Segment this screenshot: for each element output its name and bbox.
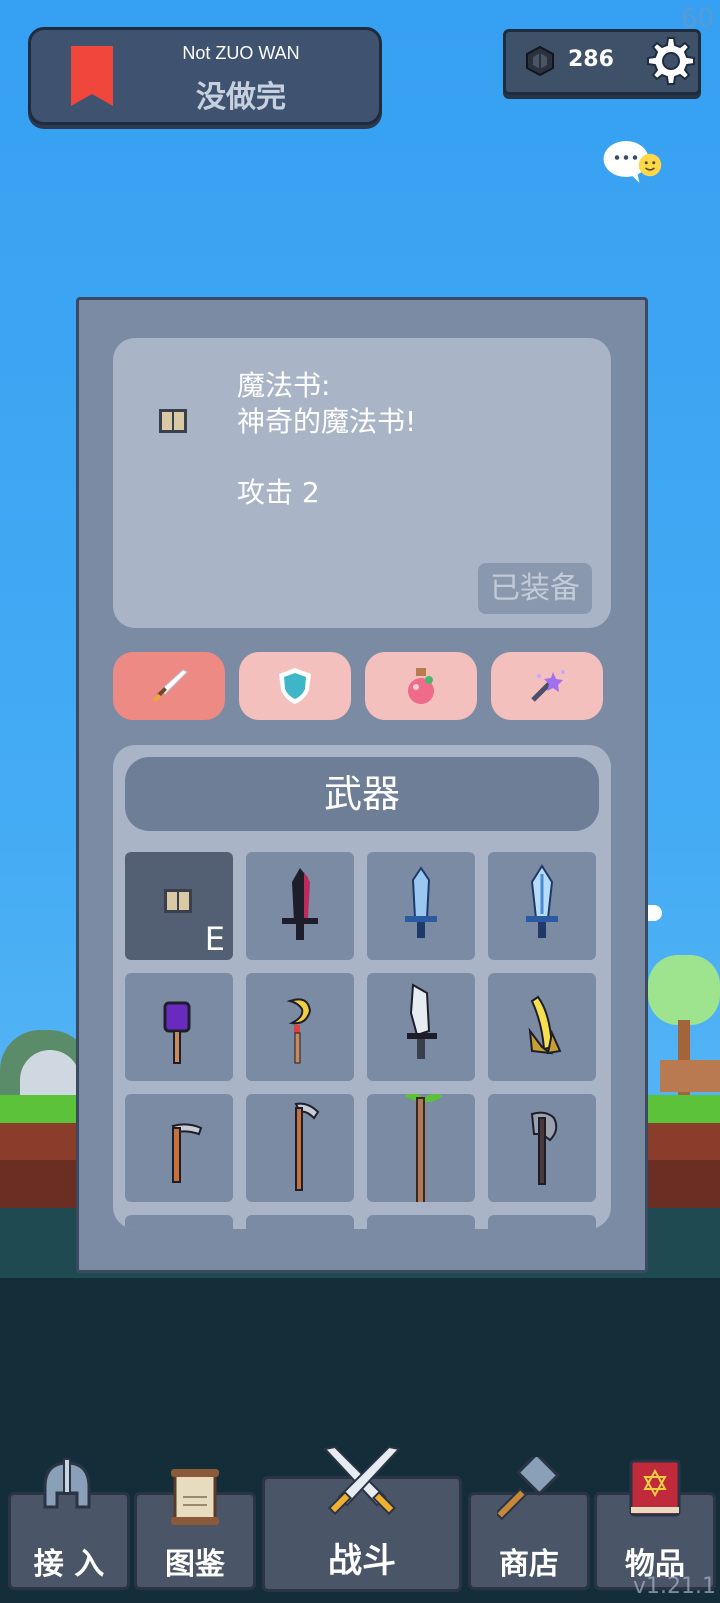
crystal-sword-icon	[526, 864, 558, 938]
inventory-slot[interactable]	[125, 1215, 233, 1229]
inventory-slot[interactable]	[488, 1094, 596, 1202]
nav-join-button[interactable]: 接 入	[8, 1458, 130, 1590]
chat-bubble-icon[interactable]	[602, 136, 662, 188]
bookmark-icon	[71, 46, 113, 106]
equipment-panel: 魔法书: 神奇的魔法书! 攻击 2 已装备 武器 E	[76, 297, 648, 1273]
level-card[interactable]: Not ZUO WAN 没做完	[28, 27, 382, 125]
sprout-spear-icon	[405, 1094, 443, 1202]
inventory-header: 武器	[125, 757, 599, 831]
axe-icon	[530, 1111, 558, 1185]
gem-icon	[526, 45, 554, 77]
cleaver-icon	[407, 983, 437, 1059]
inventory-slot[interactable]	[125, 1094, 233, 1202]
nav-codex-button[interactable]: 图鉴	[134, 1469, 256, 1590]
level-title: 没做完	[196, 80, 286, 115]
sword-icon	[152, 669, 188, 703]
shield-icon	[279, 668, 311, 704]
tab-potion[interactable]	[365, 652, 477, 720]
inventory-slot[interactable]: E	[125, 852, 233, 960]
ice-sword-icon	[405, 866, 437, 938]
inventory-slot[interactable]	[367, 852, 475, 960]
scroll-icon	[171, 1469, 219, 1525]
nav-battle-button[interactable]: 战斗	[262, 1445, 462, 1592]
magic-book-icon	[159, 409, 187, 433]
moon-staff-icon	[286, 998, 312, 1064]
inventory-grid: 武器 E	[113, 745, 611, 1229]
nav-shop-label: 商店	[499, 1547, 559, 1582]
dark-blade-icon	[282, 868, 318, 940]
inventory-slot[interactable]	[488, 973, 596, 1081]
item-description: 神奇的魔法书!	[237, 405, 417, 438]
gear-icon[interactable]	[644, 34, 698, 88]
purple-staff-icon	[163, 1001, 191, 1064]
version-label: v1.21.1	[633, 1574, 716, 1599]
banana-icon	[528, 995, 562, 1055]
sickle-icon	[171, 1123, 203, 1183]
scythe-icon	[294, 1102, 320, 1191]
inventory-slot[interactable]	[125, 973, 233, 1081]
nav-battle-label: 战斗	[328, 1541, 396, 1581]
nav-codex-label: 图鉴	[165, 1547, 225, 1582]
inventory-slot[interactable]	[246, 852, 354, 960]
currency-bar: 286	[503, 29, 701, 95]
potion-icon	[408, 668, 434, 704]
item-info-card: 魔法书: 神奇的魔法书! 攻击 2 已装备	[113, 338, 611, 628]
spellbook-icon	[629, 1459, 681, 1517]
item-stat: 攻击 2	[237, 476, 320, 509]
equipped-badge: E	[204, 920, 225, 958]
tab-armor[interactable]	[239, 652, 351, 720]
fence	[660, 1060, 720, 1092]
inventory-slot[interactable]	[246, 973, 354, 1081]
inventory-slot[interactable]	[488, 1215, 596, 1229]
item-name: 魔法书:	[237, 369, 331, 402]
inventory-slot[interactable]	[367, 1094, 475, 1202]
tab-magic[interactable]	[491, 652, 603, 720]
inventory-slot[interactable]	[367, 1215, 475, 1229]
inventory-slot[interactable]	[246, 1094, 354, 1202]
hammer-icon	[497, 1457, 560, 1521]
crossed-swords-icon	[323, 1445, 401, 1516]
helmet-icon	[43, 1458, 91, 1509]
tab-weapon[interactable]	[113, 652, 225, 720]
nav-shop-button[interactable]: 商店	[468, 1457, 590, 1590]
magic-wand-icon	[531, 670, 565, 702]
level-subtitle: Not ZUO WAN	[182, 43, 300, 63]
tree	[648, 955, 720, 1025]
equipped-button[interactable]: 已装备	[478, 563, 592, 614]
inventory-slot[interactable]	[246, 1215, 354, 1229]
currency-amount: 286	[568, 47, 614, 72]
nav-join-label: 接 入	[33, 1547, 105, 1582]
inventory-slot[interactable]	[367, 973, 475, 1081]
inventory-slot[interactable]	[488, 852, 596, 960]
